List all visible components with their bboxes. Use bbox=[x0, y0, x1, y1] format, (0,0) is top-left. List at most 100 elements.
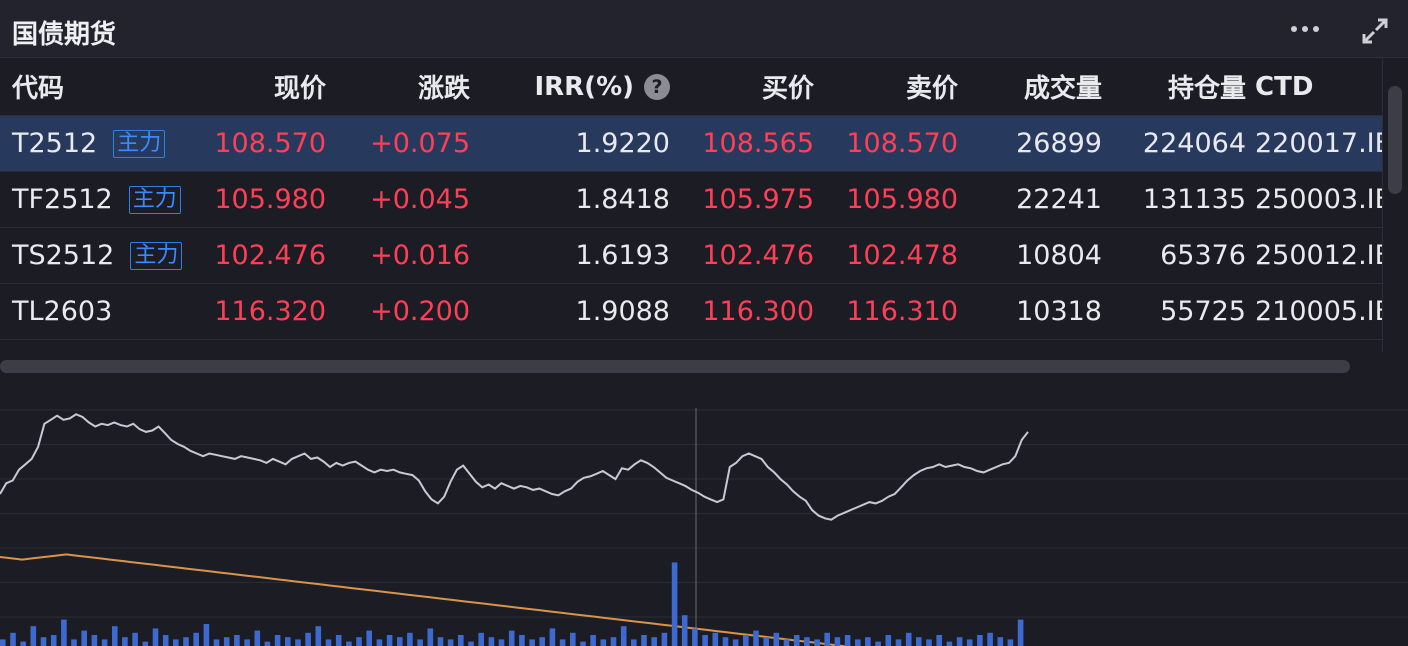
row-irr: 1.9220 bbox=[575, 128, 670, 159]
main-contract-badge: 主力 bbox=[113, 129, 166, 158]
row-code: T2512 bbox=[12, 128, 98, 159]
volume-bar bbox=[926, 639, 932, 646]
row-volume: 26899 bbox=[1016, 128, 1102, 159]
col-price[interactable]: 现价 bbox=[274, 58, 326, 115]
volume-bar bbox=[478, 632, 484, 646]
volume-bar bbox=[132, 632, 138, 646]
row-bid: 105.975 bbox=[702, 184, 814, 215]
volume-bar bbox=[30, 626, 37, 646]
main-contract-badge: 主力 bbox=[130, 241, 183, 270]
horizontal-scrollbar[interactable] bbox=[0, 352, 1382, 378]
volume-bar bbox=[834, 637, 841, 646]
volume-bar bbox=[285, 637, 291, 646]
volume-bar bbox=[458, 635, 464, 646]
row-price: 116.320 bbox=[214, 296, 326, 327]
row-open-interest: 131135 bbox=[1142, 184, 1246, 215]
col-bid[interactable]: 买价 bbox=[762, 58, 814, 115]
volume-bar bbox=[223, 637, 230, 646]
volume-bar bbox=[1007, 639, 1014, 646]
vertical-scrollbar-thumb[interactable] bbox=[1388, 86, 1402, 194]
main-contract-badge: 主力 bbox=[128, 185, 181, 214]
volume-bar bbox=[702, 635, 708, 646]
col-ctd[interactable]: CTD bbox=[1255, 58, 1313, 115]
row-code: TS2512 bbox=[12, 240, 115, 271]
row-irr: 1.6193 bbox=[575, 240, 670, 271]
volume-bar bbox=[651, 637, 657, 646]
row-ask: 108.570 bbox=[846, 128, 958, 159]
volume-bar bbox=[498, 639, 505, 646]
volume-bar bbox=[152, 628, 159, 646]
expand-icon[interactable] bbox=[1358, 14, 1392, 48]
volume-bar bbox=[905, 632, 912, 646]
volume-bar bbox=[71, 639, 77, 646]
table-row[interactable]: T2512 主力 108.570 +0.075 1.9220 108.565 10… bbox=[0, 116, 1382, 172]
col-code[interactable]: 代码 bbox=[12, 58, 64, 115]
volume-bar bbox=[386, 635, 393, 646]
question-mark-icon[interactable]: ? bbox=[644, 73, 670, 100]
volume-bar bbox=[539, 637, 545, 646]
volume-bar bbox=[997, 637, 1004, 646]
volume-bar bbox=[142, 641, 149, 646]
horizontal-scrollbar-thumb[interactable] bbox=[0, 360, 1350, 373]
futures-table: 代码 现价 涨跌 IRR(%) ? 买价 卖价 成交量 持仓量 CTD T251… bbox=[0, 58, 1382, 352]
volume-bar bbox=[916, 637, 922, 646]
volume-bar bbox=[549, 628, 556, 646]
volume-bar bbox=[529, 639, 535, 646]
volume-bar bbox=[600, 639, 607, 646]
volume-bar bbox=[488, 637, 495, 646]
volume-bar bbox=[773, 632, 780, 646]
volume-bar bbox=[325, 639, 332, 646]
volume-bar bbox=[712, 632, 719, 646]
volume-bar bbox=[122, 637, 128, 646]
volume-bar bbox=[559, 639, 566, 646]
col-open-interest[interactable]: 持仓量 bbox=[1168, 58, 1246, 115]
row-change: +0.200 bbox=[370, 296, 470, 327]
volume-bar bbox=[183, 637, 189, 646]
volume-bar bbox=[407, 632, 413, 646]
volume-bar bbox=[1017, 619, 1024, 646]
row-price: 108.570 bbox=[214, 128, 326, 159]
volume-bar bbox=[671, 562, 678, 646]
volume-bar bbox=[397, 637, 403, 646]
volume-bar bbox=[641, 635, 647, 646]
col-volume[interactable]: 成交量 bbox=[1024, 58, 1102, 115]
row-ctd: 250003.IB bbox=[1255, 184, 1382, 215]
intraday-chart[interactable] bbox=[0, 378, 1408, 646]
row-open-interest: 55725 bbox=[1160, 296, 1246, 327]
row-code: TL2603 bbox=[12, 296, 113, 327]
row-bid: 108.565 bbox=[702, 128, 814, 159]
row-ask: 116.310 bbox=[846, 296, 958, 327]
volume-bar bbox=[264, 641, 271, 646]
volume-bar bbox=[254, 630, 261, 646]
row-ask: 105.980 bbox=[846, 184, 958, 215]
volume-bar bbox=[753, 630, 759, 646]
row-price: 105.980 bbox=[214, 184, 326, 215]
volume-bar bbox=[234, 635, 240, 646]
volume-bar bbox=[936, 635, 942, 646]
col-change[interactable]: 涨跌 bbox=[418, 58, 470, 115]
volume-bar bbox=[722, 637, 729, 646]
volume-bar bbox=[814, 639, 820, 646]
volume-bar bbox=[590, 635, 596, 646]
col-irr[interactable]: IRR(%) ? bbox=[534, 58, 670, 115]
volume-bar bbox=[946, 641, 953, 646]
volume-bar bbox=[895, 639, 902, 646]
table-row[interactable]: TS2512 主力 102.476 +0.016 1.6193 102.476 1… bbox=[0, 228, 1382, 284]
more-horizontal-icon[interactable] bbox=[1291, 26, 1321, 32]
volume-bar bbox=[804, 637, 810, 646]
table-row[interactable]: TF2512 主力 105.980 +0.045 1.8418 105.975 1… bbox=[0, 172, 1382, 228]
volume-bar bbox=[681, 615, 688, 646]
volume-bar bbox=[376, 639, 383, 646]
volume-bar bbox=[244, 639, 250, 646]
vertical-scrollbar[interactable] bbox=[1382, 58, 1408, 352]
volume-bar bbox=[743, 635, 749, 646]
row-change: +0.016 bbox=[370, 240, 470, 271]
volume-bar bbox=[844, 635, 851, 646]
volume-bar bbox=[40, 637, 47, 646]
table-row[interactable]: TL2603 116.320 +0.200 1.9088 116.300 116… bbox=[0, 284, 1382, 340]
row-code: TF2512 bbox=[12, 184, 113, 215]
col-irr-label: IRR(%) bbox=[534, 71, 634, 102]
col-ask[interactable]: 卖价 bbox=[906, 58, 958, 115]
volume-bar bbox=[346, 641, 352, 646]
volume-bar bbox=[855, 639, 861, 646]
